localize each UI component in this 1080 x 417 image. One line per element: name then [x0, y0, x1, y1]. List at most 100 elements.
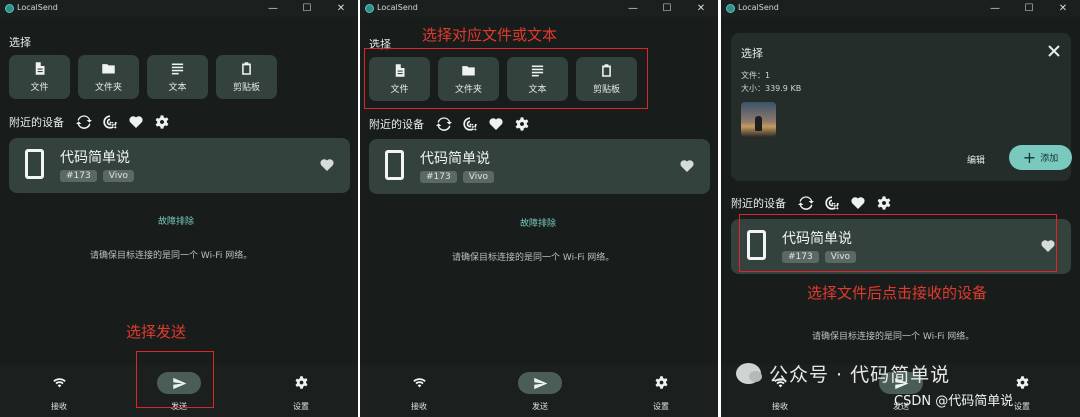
folder-tile-label: 文件夹 — [94, 83, 122, 93]
app-title: LocalSend — [17, 3, 58, 12]
troubleshoot-link[interactable]: 故障排除 — [520, 216, 556, 229]
annotation-box-device — [739, 214, 1057, 272]
wifi-icon — [52, 378, 66, 388]
file-size-text: 大小：339.9 KB — [741, 84, 802, 93]
close-button[interactable]: ✕ — [684, 0, 718, 17]
annotation-select-file-text: 选择对应文件或文本 — [422, 26, 558, 44]
scan-target-icon[interactable] — [462, 116, 478, 132]
localsend-window-3: LocalSend — ☐ ✕ 选择 文件：1 大小：339.9 KB 编辑 +… — [721, 0, 1080, 417]
close-selection-button[interactable] — [1047, 43, 1061, 57]
wechat-logo-icon — [736, 363, 762, 384]
file-icon — [35, 62, 45, 75]
nav-send[interactable]: 发送 — [515, 372, 565, 412]
app-title: LocalSend — [738, 3, 779, 12]
nav-receive[interactable]: 接收 — [394, 372, 444, 412]
refresh-icon[interactable] — [436, 116, 452, 132]
wechat-watermark: 公众号 · 代码简单说 — [736, 360, 950, 387]
gear-icon — [295, 376, 307, 389]
wechat-watermark-text: 公众号 · 代码简单说 — [769, 364, 951, 386]
minimize-button[interactable]: — — [256, 0, 290, 17]
refresh-icon[interactable] — [798, 195, 814, 211]
phone-icon — [25, 149, 44, 179]
nav-receive-label: 接收 — [51, 402, 67, 411]
localsend-logo-icon — [726, 4, 735, 13]
device-name: 代码简单说 — [420, 151, 490, 167]
device-tag-badge: #173 — [420, 171, 457, 183]
text-tile-label: 文本 — [168, 83, 187, 93]
add-button[interactable]: + 添加 — [1009, 145, 1072, 170]
title-bar: LocalSend — ☐ ✕ — [0, 0, 358, 17]
localsend-window-1: LocalSend — ☐ ✕ 选择 文件 文件夹 文本 剪贴板 附近的设备 代… — [0, 0, 358, 417]
localsend-logo-icon — [5, 4, 14, 13]
close-button[interactable]: ✕ — [1046, 0, 1080, 17]
device-card[interactable]: 代码简单说 #173 Vivo — [369, 139, 710, 194]
add-button-label: 添加 — [1040, 154, 1059, 164]
close-icon — [1048, 45, 1060, 57]
heart-icon[interactable] — [679, 158, 695, 174]
close-button[interactable]: ✕ — [324, 0, 358, 17]
annotation-select-send: 选择发送 — [126, 323, 187, 341]
refresh-icon[interactable] — [76, 114, 92, 130]
device-tag-badge: #173 — [60, 170, 97, 182]
selection-card: 选择 文件：1 大小：339.9 KB 编辑 + 添加 — [731, 33, 1072, 181]
annotation-box-tiles — [364, 48, 648, 109]
wifi-hint-text: 请确保目标连接的是同一个 Wi-Fi 网络。 — [812, 332, 975, 342]
gear-icon[interactable] — [514, 116, 530, 132]
clipboard-tile-label: 剪贴板 — [232, 83, 260, 93]
folder-icon — [102, 64, 115, 74]
device-model-badge: Vivo — [462, 171, 495, 183]
file-thumbnail[interactable] — [741, 102, 776, 137]
nearby-devices-label: 附近的设备 — [9, 116, 64, 129]
maximize-button[interactable]: ☐ — [650, 0, 684, 17]
title-bar: LocalSend — ☐ ✕ — [360, 0, 718, 17]
bottom-navigation: 接收 发送 设置 — [360, 364, 718, 417]
nav-receive[interactable]: 接收 — [34, 372, 84, 412]
file-tile-button[interactable]: 文件 — [9, 55, 70, 99]
gear-icon — [1016, 376, 1028, 389]
selection-title: 选择 — [741, 47, 763, 60]
annotation-box-send — [136, 351, 214, 408]
nav-settings-label: 设置 — [293, 402, 309, 411]
gear-icon[interactable] — [154, 114, 170, 130]
device-model-badge: Vivo — [102, 170, 135, 182]
select-section-label: 选择 — [9, 36, 31, 49]
clipboard-tile-button[interactable]: 剪贴板 — [216, 55, 277, 99]
plus-icon: + — [1022, 147, 1037, 167]
text-tile-button[interactable]: 文本 — [147, 55, 208, 99]
phone-icon — [385, 150, 404, 180]
device-card[interactable]: 代码简单说 #173 Vivo — [9, 138, 350, 193]
gear-icon[interactable] — [876, 195, 892, 211]
nearby-devices-label: 附近的设备 — [369, 118, 424, 131]
minimize-button[interactable]: — — [978, 0, 1012, 17]
wifi-hint-text: 请确保目标连接的是同一个 Wi-Fi 网络。 — [452, 253, 615, 263]
gear-icon — [655, 376, 667, 389]
favorite-icon[interactable] — [128, 114, 144, 130]
troubleshoot-link[interactable]: 故障排除 — [158, 214, 194, 227]
maximize-button[interactable]: ☐ — [290, 0, 324, 17]
favorite-icon[interactable] — [488, 116, 504, 132]
nav-settings[interactable]: 设置 — [636, 372, 686, 412]
text-icon — [171, 63, 184, 75]
localsend-window-2: LocalSend — ☐ ✕ 选择 文件 文件夹 文本 剪贴板 附近的设备 代… — [360, 0, 718, 417]
localsend-logo-icon — [365, 4, 374, 13]
maximize-button[interactable]: ☐ — [1012, 0, 1046, 17]
favorite-icon[interactable] — [850, 195, 866, 211]
wifi-hint-text: 请确保目标连接的是同一个 Wi-Fi 网络。 — [90, 251, 253, 261]
edit-button[interactable]: 编辑 — [967, 153, 985, 166]
nearby-devices-label: 附近的设备 — [731, 197, 786, 210]
app-title: LocalSend — [377, 3, 418, 12]
nav-settings-label: 设置 — [1014, 402, 1030, 411]
nav-receive-label: 接收 — [411, 402, 427, 411]
title-bar: LocalSend — ☐ ✕ — [721, 0, 1080, 17]
annotation-select-device: 选择文件后点击接收的设备 — [807, 284, 988, 302]
file-tile-label: 文件 — [30, 83, 49, 93]
scan-target-icon[interactable] — [102, 114, 118, 130]
clipboard-icon — [242, 62, 251, 75]
folder-tile-button[interactable]: 文件夹 — [78, 55, 139, 99]
device-name: 代码简单说 — [60, 150, 130, 166]
nav-settings[interactable]: 设置 — [276, 372, 326, 412]
minimize-button[interactable]: — — [616, 0, 650, 17]
scan-target-icon[interactable] — [824, 195, 840, 211]
heart-icon[interactable] — [319, 157, 335, 173]
nav-settings-label: 设置 — [653, 402, 669, 411]
